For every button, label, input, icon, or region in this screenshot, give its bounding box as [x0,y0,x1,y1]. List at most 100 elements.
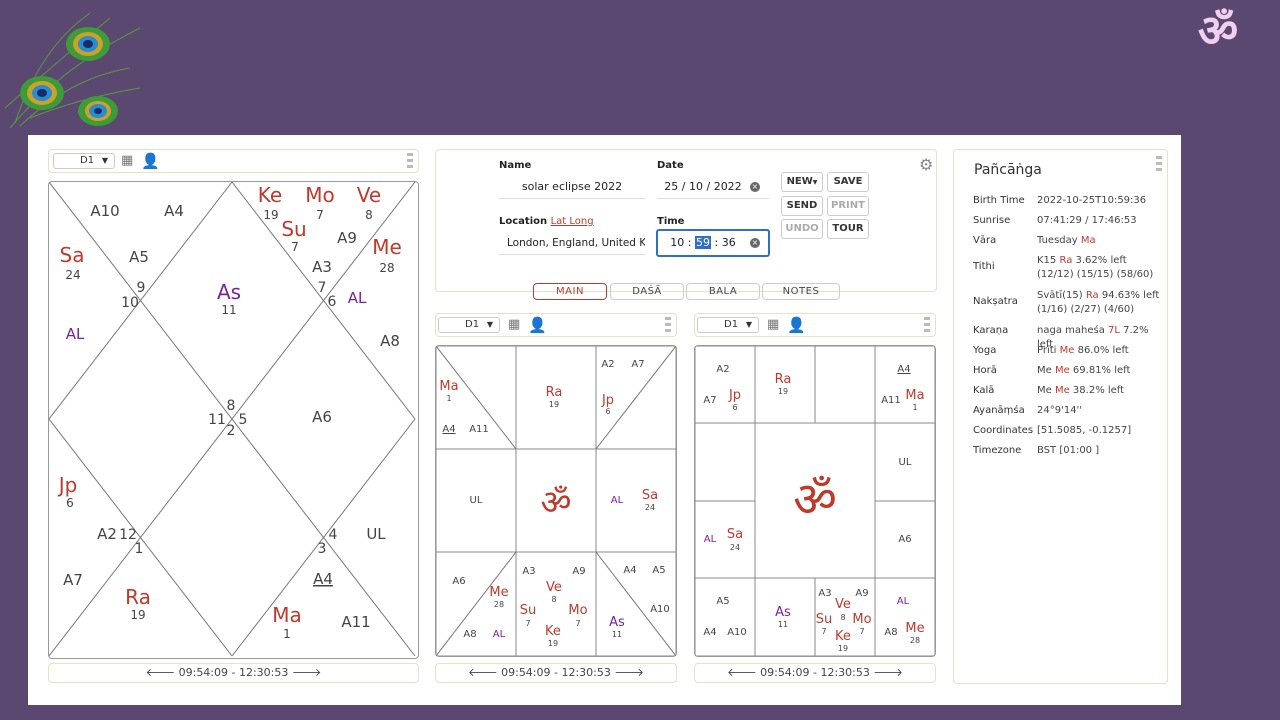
division-select[interactable]: D1 ▼ [438,317,500,333]
arudha-label: A11 [881,395,901,406]
ascendant-label: As [609,615,625,630]
drag-handle-icon[interactable] [924,317,930,333]
chart-cell [694,577,756,657]
next-arrow-icon[interactable]: 🡒 [292,666,322,679]
save-button[interactable]: SAVE [827,172,869,192]
panchanga-key: Sunrise [973,215,1011,226]
tab-notes[interactable]: NOTES [762,283,840,300]
next-arrow-icon[interactable]: 🡒 [614,666,644,679]
panchanga-value: BST [01:00 ] [1037,445,1100,456]
panchanga-value: Me Me 38.2% left [1037,385,1125,396]
panchanga-key: Ayanāṃśa [973,405,1025,416]
time-hours[interactable]: 10 [670,236,684,249]
tab-main[interactable]: MAIN [533,283,607,300]
planet-label: Ra [775,372,792,387]
add-user-icon[interactable]: 👤 [528,317,547,333]
division-value: D1 [80,155,95,166]
arudha-label: A5 [652,565,665,576]
chart-cell [814,345,876,424]
degree-label: 7 [525,619,530,628]
tour-button[interactable]: TOUR [827,219,869,239]
panchanga-key: Horā [973,365,997,376]
north-chart-svg: Ke19Mo7Ve8Su7 A9 Me28A10 A4Sa24A5A3ALAs11AL… [48,181,416,657]
gear-icon[interactable]: ⚙ [919,155,933,174]
chart-cell [874,345,936,424]
panchanga-key: Coordinates [973,425,1034,436]
chart-cell [874,577,936,657]
arudha-label: A3 [312,258,332,276]
name-input[interactable]: solar eclipse 2022 [499,175,645,199]
degree-label: 11 [778,620,788,629]
mid-chart-toolbar: D1 ▼ ▦ 👤 [435,313,677,337]
drag-handle-icon[interactable] [665,317,671,333]
chart-cell [595,448,677,553]
arudha-label: A9 [855,588,868,599]
planet-label: Su [520,603,537,618]
add-user-icon[interactable]: 👤 [787,317,806,333]
degree-label: 28 [910,636,920,645]
time-minutes[interactable]: 59 [695,236,711,249]
new-button[interactable]: NEW▼ [781,172,823,192]
tab-bala[interactable]: BALA [686,283,760,300]
time-range-text: 09:54:09 - 12:30:53 [501,666,611,679]
degree-label: 8 [365,208,373,222]
add-user-icon[interactable]: 👤 [141,153,160,169]
drag-handle-icon[interactable] [407,153,413,169]
arudha-label: UL [470,495,483,506]
arudha-label: A2 [601,359,614,370]
chevron-down-icon: ▼ [745,320,752,329]
om-center-icon: ॐ [540,483,571,523]
tab-dasa[interactable]: DAŚĀ [610,283,684,300]
planet-label: Ve [835,597,851,612]
clear-date-icon[interactable]: × [750,182,760,192]
arudha-label: A6 [898,534,911,545]
mid-time-range[interactable]: 🡐 09:54:09 - 12:30:53 🡒 [435,663,677,683]
south-chart: ॐ A2 A7 Jp 6 Ra 19 A4 A11 Ma 1 UL AL Sa 24 A6 A5 A4 A10 As 1… [694,345,936,657]
left-time-range[interactable]: 🡐 09:54:09 - 12:30:53 🡒 [48,663,419,683]
time-seconds[interactable]: 36 [722,236,736,249]
chart-cell [694,345,756,424]
degree-label: 24 [65,268,80,282]
send-button[interactable]: SEND [781,196,823,216]
grid-icon[interactable]: ▦ [508,317,520,333]
degree-label: 7 [859,627,864,636]
name-label: Name [499,160,532,171]
panchanga-key: Nakṣatra [973,296,1018,307]
degree-label: 11 [612,630,622,639]
degree-label: 7 [316,208,324,222]
sign-number: 7 [318,280,327,296]
right-time-range[interactable]: 🡐 09:54:09 - 12:30:53 🡒 [694,663,936,683]
latlong-link[interactable]: Lat Long [551,216,594,227]
grid-icon[interactable]: ▦ [767,317,779,333]
panchanga-value: Svātī(15) Ra 94.63% left (1/16) (2/27) (4… [1037,290,1160,315]
arudha-label: A5 [129,248,149,266]
degree-label: 11 [221,303,236,317]
arudha-label: AL [66,325,85,343]
planet-label: Ma [272,603,302,627]
arudha-label: A9 [337,229,357,247]
east-chart-svg: ॐMa1A4 A11Ra19A2 A7Jp6UL AL Sa24A6Me28A8 ALA3… [435,345,677,657]
arudha-label: A7 [703,395,716,406]
planet-lord: 7L [1108,325,1120,336]
clear-time-icon[interactable]: × [750,238,760,248]
undo-button[interactable]: UNDO [781,219,823,239]
degree-label: 1 [912,403,917,412]
prev-arrow-icon[interactable]: 🡐 [468,666,498,679]
prev-arrow-icon[interactable]: 🡐 [727,666,757,679]
prev-arrow-icon[interactable]: 🡐 [146,666,176,679]
drag-handle-icon[interactable] [1156,156,1162,172]
panchanga-key: Yoga [973,345,997,356]
division-select[interactable]: D1 ▼ [697,317,759,333]
print-button[interactable]: PRINT [827,196,869,216]
degree-label: 28 [494,600,504,609]
sign-number: 1 [135,541,144,557]
planet-label: Mo [568,603,587,618]
planet-label: Mo [852,612,871,627]
planet-label: Mo [305,183,335,207]
planet-label: Su [816,612,833,627]
division-select[interactable]: D1 ▼ [53,153,115,169]
location-input[interactable]: London, England, United Kin [499,231,645,255]
next-arrow-icon[interactable]: 🡒 [873,666,903,679]
grid-icon[interactable]: ▦ [121,153,133,169]
panchanga-value: Me Me 69.81% left [1037,365,1131,376]
